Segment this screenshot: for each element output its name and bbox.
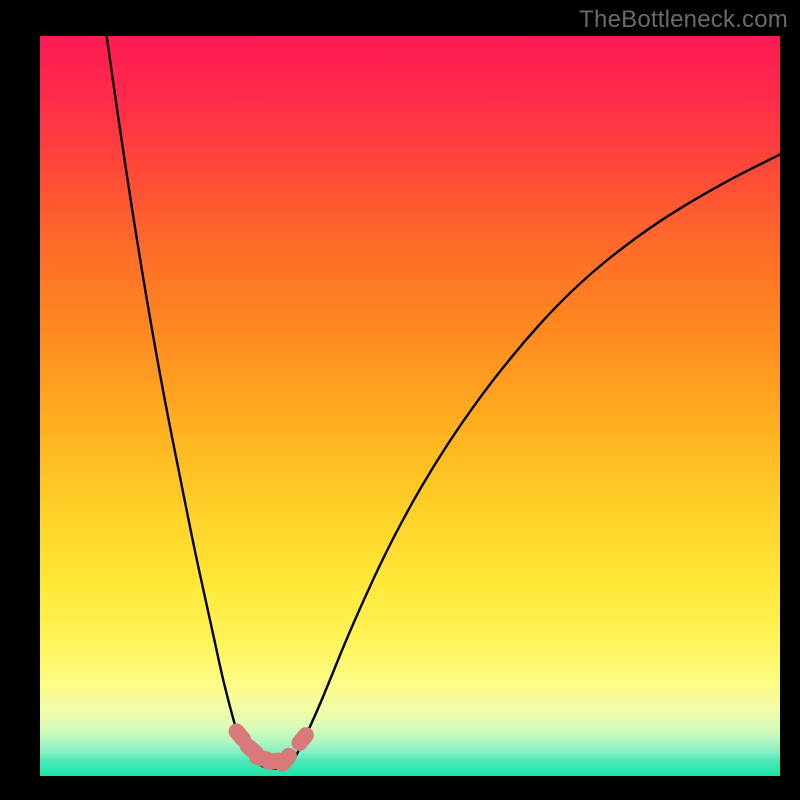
trough-markers [225, 720, 317, 775]
plot-area [40, 36, 780, 776]
curve-svg [40, 36, 780, 776]
bottleneck-curve [107, 36, 780, 769]
chart-frame: TheBottleneck.com [0, 0, 800, 800]
watermark-text: TheBottleneck.com [579, 6, 788, 34]
